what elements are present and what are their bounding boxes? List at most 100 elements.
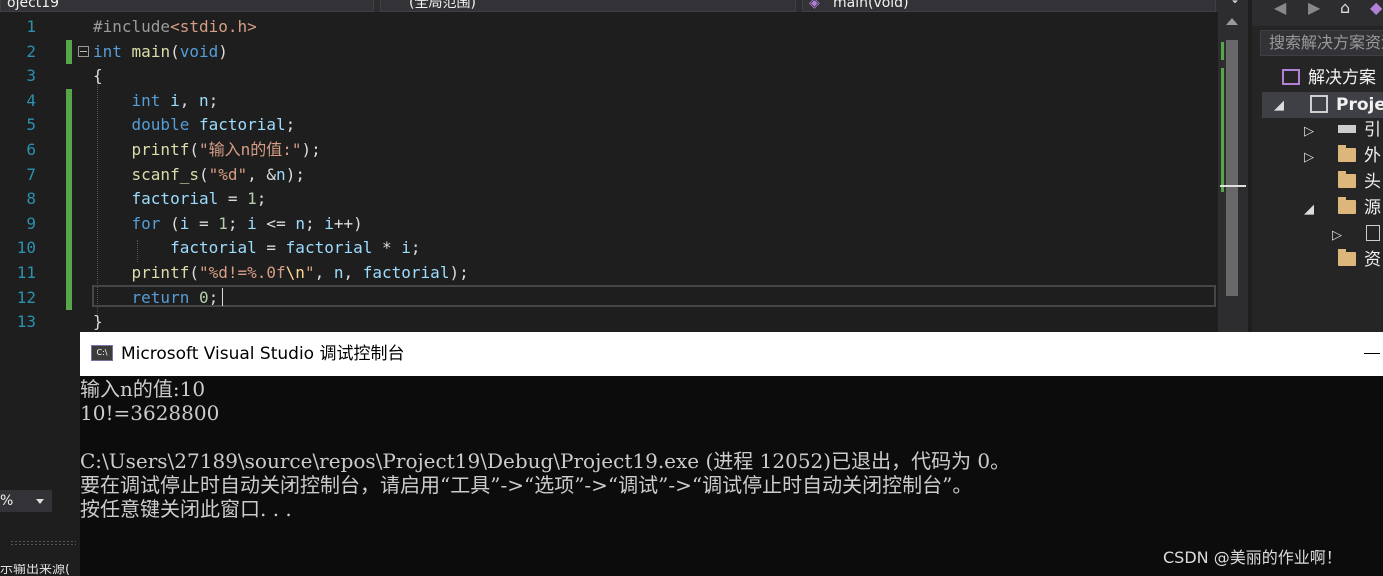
folder-icon (1338, 171, 1356, 188)
editor-vertical-scrollbar[interactable] (1218, 12, 1248, 332)
solution-icon (1282, 69, 1300, 85)
tree-item-resource-files[interactable]: 资 (1338, 247, 1381, 273)
tree-item-source-file[interactable] (1366, 221, 1380, 247)
collapsed-arrow-icon[interactable]: ▷ (1332, 228, 1342, 243)
collapsed-arrow-icon[interactable]: ▷ (1304, 150, 1314, 165)
code-token: int (93, 41, 122, 61)
console-title: Microsoft Visual Studio 调试控制台 (121, 344, 405, 364)
code-token: ; (227, 213, 248, 233)
code-token: i (170, 90, 180, 110)
code-token: scanf_s (131, 164, 199, 184)
split-window-icon[interactable]: ↕ (1224, 0, 1246, 12)
tree-item-solution[interactable]: 解决方案 (1282, 65, 1376, 91)
code-line: int main(void) (93, 40, 228, 65)
code-token: n (276, 164, 286, 184)
line-number: 3 (26, 66, 36, 86)
line-number: 9 (26, 213, 36, 233)
code-token: { (93, 66, 103, 86)
line-number: 11 (16, 263, 36, 282)
tree-item-header-files[interactable]: 头 (1338, 169, 1381, 195)
folder-icon (1338, 197, 1356, 214)
line-number: 13 (16, 312, 36, 332)
code-token: "%d!=%.0f (198, 263, 286, 282)
debug-console-window[interactable]: C:\ Microsoft Visual Studio 调试控制台 输入n的值:… (80, 332, 1383, 576)
solution-search-input[interactable]: 搜索解决方案资源管理器 (1260, 30, 1383, 56)
code-token: <stdio.h> (170, 17, 257, 36)
code-token: #include (93, 17, 171, 36)
code-token: = (218, 189, 248, 209)
code-token: double (131, 115, 190, 135)
code-token: 1 (247, 189, 257, 209)
project-dropdown[interactable]: oject19 (0, 0, 374, 12)
code-line: for (i = 1; i <= n; i++) (93, 212, 363, 237)
folder-icon (1338, 249, 1356, 266)
back-icon[interactable]: ◀ (1274, 0, 1286, 17)
code-line: return 0; (93, 286, 219, 311)
home-icon[interactable]: ⌂ (1340, 0, 1350, 17)
minimize-icon[interactable] (1364, 353, 1380, 354)
code-token: ) (218, 41, 228, 61)
collapsed-arrow-icon[interactable]: ▷ (1304, 124, 1314, 139)
line-number: 1 (26, 17, 36, 36)
code-token: 1 (218, 213, 228, 233)
forward-icon[interactable]: ▶ (1308, 0, 1320, 17)
code-token: " (304, 263, 315, 282)
expanded-arrow-icon[interactable]: ◢ (1304, 202, 1314, 217)
cpp-file-icon (1366, 225, 1380, 241)
line-number: 8 (26, 189, 36, 209)
console-app-icon: C:\ (91, 345, 113, 361)
scrollbar-thumb[interactable] (1226, 40, 1238, 296)
code-token: factorial (198, 115, 286, 135)
scroll-up-arrow-icon[interactable] (1226, 18, 1238, 25)
tree-item-references[interactable]: 引 (1338, 117, 1381, 143)
code-token: i (324, 213, 334, 233)
line-number: 6 (26, 140, 36, 159)
panel-resize-grip[interactable] (10, 540, 76, 546)
line-number: 4 (26, 90, 36, 110)
solution-explorer-toolbar: ◀ ▶ ⌂ ◆ (1252, 0, 1383, 26)
code-line: printf("输入n的值:"); (93, 138, 321, 163)
folder-icon (1338, 145, 1356, 162)
output-source-label: 示输出来源( (0, 564, 71, 576)
code-line: int i, n; (93, 89, 219, 114)
code-token: = (189, 213, 219, 233)
code-token: ( (170, 41, 180, 61)
code-token: ); (285, 164, 305, 184)
tree-item-external-deps[interactable]: 外 (1338, 143, 1381, 169)
code-token: ; (208, 287, 219, 307)
tree-item-project[interactable]: Project19 (1310, 92, 1383, 118)
method-icon: ◈ (809, 0, 820, 11)
zoom-level-dropdown[interactable]: % (0, 490, 52, 512)
code-token: "输入n的值:" (198, 140, 302, 159)
code-token: i (247, 213, 257, 233)
change-bar (66, 39, 72, 65)
code-token: return (131, 287, 190, 307)
member-label: main(void) (833, 0, 909, 11)
sync-icon[interactable]: ◆ (1370, 0, 1382, 17)
member-dropdown[interactable]: ◈ main(void) (802, 0, 1216, 12)
line-number: 10 (16, 238, 36, 258)
console-line: 10!=3628800 (80, 401, 220, 425)
scope-dropdown[interactable]: (全局范围) (380, 0, 796, 12)
watermark-text: CSDN @美丽的作业啊！ (1163, 548, 1342, 567)
code-token: , & (247, 164, 277, 184)
code-token: "%d" (208, 164, 248, 184)
line-number: 12 (16, 287, 36, 307)
code-line: double factorial; (93, 113, 296, 138)
console-title-bar[interactable]: C:\ Microsoft Visual Studio 调试控制台 (80, 332, 1383, 376)
collapse-icon[interactable] (78, 46, 89, 57)
code-token: i (179, 213, 190, 233)
expanded-arrow-icon[interactable]: ◢ (1274, 98, 1284, 113)
project-icon (1310, 95, 1328, 113)
tree-item-source-files[interactable]: 源 (1338, 195, 1381, 221)
zoom-level: % (0, 493, 14, 509)
line-number: 5 (26, 115, 36, 135)
code-line: factorial = 1; (93, 187, 267, 212)
code-editor[interactable]: 1 2 3 4 5 6 7 8 9 10 11 12 13 #include<stdio.h> int m… (0, 12, 1248, 332)
